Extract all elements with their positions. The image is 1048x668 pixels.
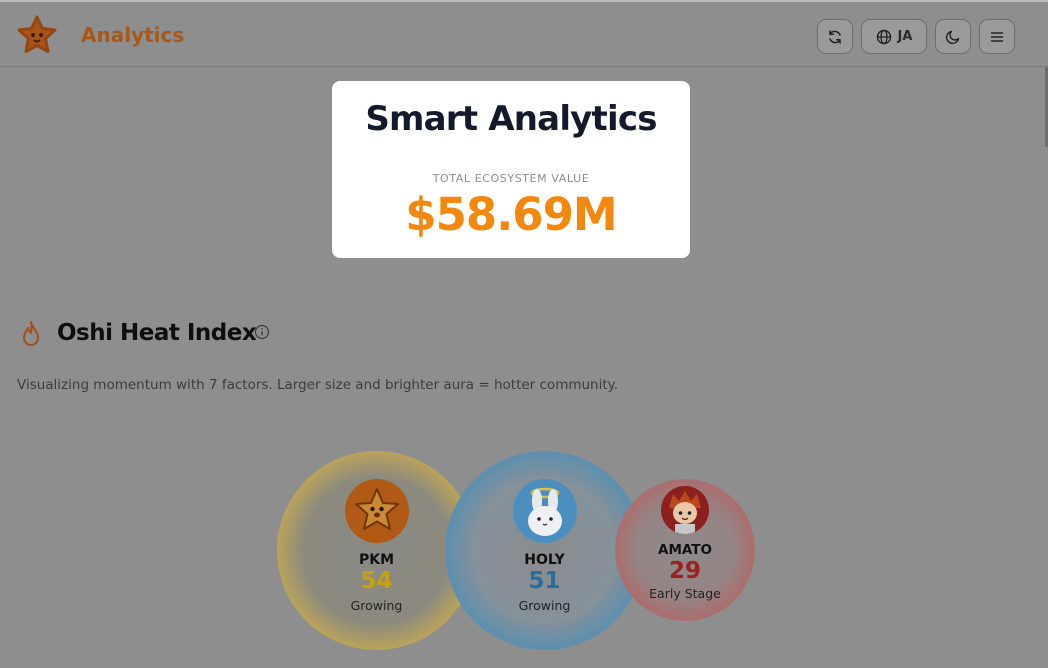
top-header: Analytics JA: [0, 0, 1048, 67]
refresh-button[interactable]: [817, 19, 853, 54]
bubble-status: Growing: [350, 598, 403, 613]
bubble-name: AMATO: [658, 542, 712, 558]
chibi-character-icon: [661, 486, 709, 534]
language-label: JA: [897, 29, 913, 44]
globe-icon: [876, 29, 891, 44]
bubble-name: PKM: [358, 552, 395, 568]
bubble-score: 29: [668, 558, 701, 584]
analytics-summary-card: Smart Analytics TOTAL ECOSYSTEM VALUE $5…: [332, 81, 690, 258]
bubble-status: Early Stage: [649, 586, 721, 601]
menu-icon: [990, 31, 1004, 42]
bunny-character-icon: [527, 487, 562, 536]
bubble-score: 54: [360, 568, 393, 594]
menu-button[interactable]: [979, 19, 1015, 54]
refresh-icon: [829, 29, 841, 44]
moon-icon: [945, 30, 960, 44]
total-value-amount: $58.69M: [405, 188, 617, 241]
heat-bubble-amato[interactable]: AMATO 29 Early Stage: [615, 479, 755, 621]
section-title: Oshi Heat Index: [57, 320, 257, 346]
bubble-status: Growing: [518, 598, 571, 613]
total-value-label: TOTAL ECOSYSTEM VALUE: [432, 172, 590, 185]
pkm-star-avatar: [344, 479, 409, 543]
star-character-icon: [354, 488, 399, 530]
info-icon[interactable]: [254, 324, 270, 340]
flame-icon: [23, 321, 39, 346]
language-button[interactable]: JA: [861, 19, 927, 54]
holy-bunny-avatar: [512, 479, 577, 543]
bubble-score: 51: [528, 568, 561, 594]
section-description: Visualizing momentum with 7 factors. Lar…: [17, 377, 619, 393]
brand-title[interactable]: Analytics: [81, 23, 184, 47]
card-title: Smart Analytics: [365, 99, 657, 139]
star-logo-icon[interactable]: [16, 15, 58, 55]
theme-toggle-button[interactable]: [935, 19, 971, 54]
amato-character-avatar: [661, 486, 709, 534]
bubble-name: HOLY: [524, 552, 565, 568]
